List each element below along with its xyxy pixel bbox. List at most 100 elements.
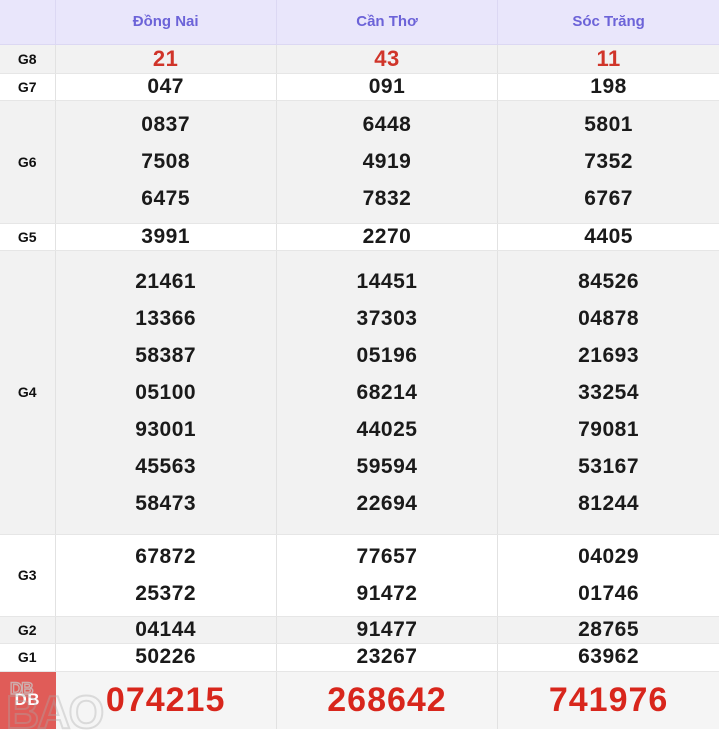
lottery-number: 047 [147,75,184,99]
table-body: G8 21 43 11 G7 047 091 198 G6 0837 7508 6475 6448 491… [0,44,719,729]
header-row: Đồng Nai Cần Thơ Sóc Trăng [0,0,719,45]
lottery-number: 91472 [356,582,418,606]
lottery-number: 43 [374,45,400,71]
header-corner-cell [0,0,56,45]
lottery-number: 4919 [362,150,412,174]
table-row: G8 21 43 11 [0,44,719,74]
lottery-number: 01746 [578,582,640,606]
prize-value-cell: 091 [276,73,499,102]
lottery-number: 91477 [356,617,418,641]
column-header-province-1: Đồng Nai [55,0,277,45]
column-header-province-3: Sóc Trăng [497,0,719,45]
prize-value-cell: 21 [55,44,277,74]
lottery-number: 04029 [578,545,640,569]
table-row: DB 074215 268642 741976 [0,671,719,729]
lottery-number: 3991 [141,224,191,248]
prize-value-cell: 3991 [55,223,277,251]
number-stack: 67872 25372 [56,538,276,612]
prize-value-cell: 04029 01746 [497,534,719,617]
prize-value-cell: 50226 [55,643,277,672]
number-stack: 84526 04878 21693 33254 79081 53167 81244 [498,263,719,522]
number-stack: 21461 13366 58387 05100 93001 45563 58473 [56,263,276,522]
table-row: G2 04144 91477 28765 [0,616,719,645]
lottery-number: 84526 [578,269,640,293]
prize-label-g3: G3 [0,534,56,617]
prize-value-cell: 6448 4919 7832 [276,100,499,224]
lottery-number: 25372 [135,582,197,606]
lottery-number: 33254 [578,380,640,404]
table-row: G5 3991 2270 4405 [0,223,719,251]
lottery-number: 14451 [356,269,418,293]
lottery-number: 05196 [356,343,418,367]
lottery-number: 58473 [135,491,197,515]
column-header-province-2: Cần Thơ [276,0,499,45]
table-header: Đồng Nai Cần Thơ Sóc Trăng [0,0,719,45]
number-stack: 0837 7508 6475 [56,106,276,217]
lottery-number: 6448 [362,113,412,137]
prize-value-cell: 77657 91472 [276,534,499,617]
prize-value-cell: 4405 [497,223,719,251]
lottery-number: 6475 [141,187,191,211]
lottery-number: 63962 [578,645,640,669]
lottery-number: 05100 [135,380,197,404]
prize-value-cell: 2270 [276,223,499,251]
lottery-number: 67872 [135,545,197,569]
lottery-number: 2270 [362,224,412,248]
prize-label-g8: G8 [0,44,56,74]
lottery-number: 45563 [135,454,197,478]
prize-value-cell: 23267 [276,643,499,672]
lottery-number: 21461 [135,269,197,293]
prize-value-cell: 198 [497,73,719,102]
lottery-number: 074215 [105,680,226,719]
lottery-number: 53167 [578,454,640,478]
prize-value-cell: 14451 37303 05196 68214 44025 59594 22694 [276,250,499,535]
prize-value-cell: 67872 25372 [55,534,277,617]
prize-label-g5: G5 [0,223,56,251]
number-stack: 77657 91472 [277,538,497,612]
lottery-number: 37303 [356,306,418,330]
prize-value-cell: 84526 04878 21693 33254 79081 53167 81244 [497,250,719,535]
prize-label-g6: G6 [0,100,56,224]
lottery-number: 50226 [135,645,197,669]
number-stack: 6448 4919 7832 [277,106,497,217]
lottery-number: 7508 [141,150,191,174]
lottery-number: 68214 [356,380,418,404]
prize-value-cell: 63962 [497,643,719,672]
number-stack: 04029 01746 [498,538,719,612]
prize-value-cell: 074215 [55,671,277,729]
lottery-number: 21 [152,45,179,71]
prize-label-g7: G7 [0,73,56,102]
lottery-number: 59594 [356,454,418,478]
lottery-number: 28765 [578,617,640,641]
prize-value-cell: 268642 [276,671,499,729]
lottery-results-table: Đồng Nai Cần Thơ Sóc Trăng G8 21 43 11 G7 047… [0,0,719,729]
prize-value-cell: 28765 [497,616,719,645]
table-row: G4 21461 13366 58387 05100 93001 45563 58473 144… [0,250,719,535]
lottery-number: 77657 [356,545,418,569]
lottery-number: 23267 [356,645,418,669]
prize-value-cell: 5801 7352 6767 [497,100,719,224]
lottery-number: 741976 [548,680,669,719]
lottery-number: 58387 [135,343,197,367]
lottery-number: 198 [590,75,627,99]
prize-value-cell: 91477 [276,616,499,645]
prize-label-g1: G1 [0,643,56,672]
table-row: G3 67872 25372 77657 91472 04029 01746 [0,534,719,617]
prize-label-db: DB [0,671,56,729]
lottery-number: 268642 [327,680,447,719]
lottery-number: 5801 [584,113,633,137]
prize-value-cell: 11 [497,44,719,74]
lottery-number: 091 [368,75,406,99]
lottery-number: 7832 [362,187,412,211]
lottery-number: 21693 [578,343,640,367]
lottery-number: 0837 [141,113,191,137]
lottery-number: 4405 [584,224,633,248]
table-row: G7 047 091 198 [0,73,719,102]
lottery-number: 04878 [578,306,640,330]
prize-label-g2: G2 [0,616,56,645]
prize-value-cell: 04144 [55,616,277,645]
table-row: G6 0837 7508 6475 6448 4919 7832 5801 7352 6767 [0,100,719,224]
lottery-number: 6767 [584,187,633,211]
lottery-number: 13366 [135,306,197,330]
lottery-number: 7352 [584,150,633,174]
